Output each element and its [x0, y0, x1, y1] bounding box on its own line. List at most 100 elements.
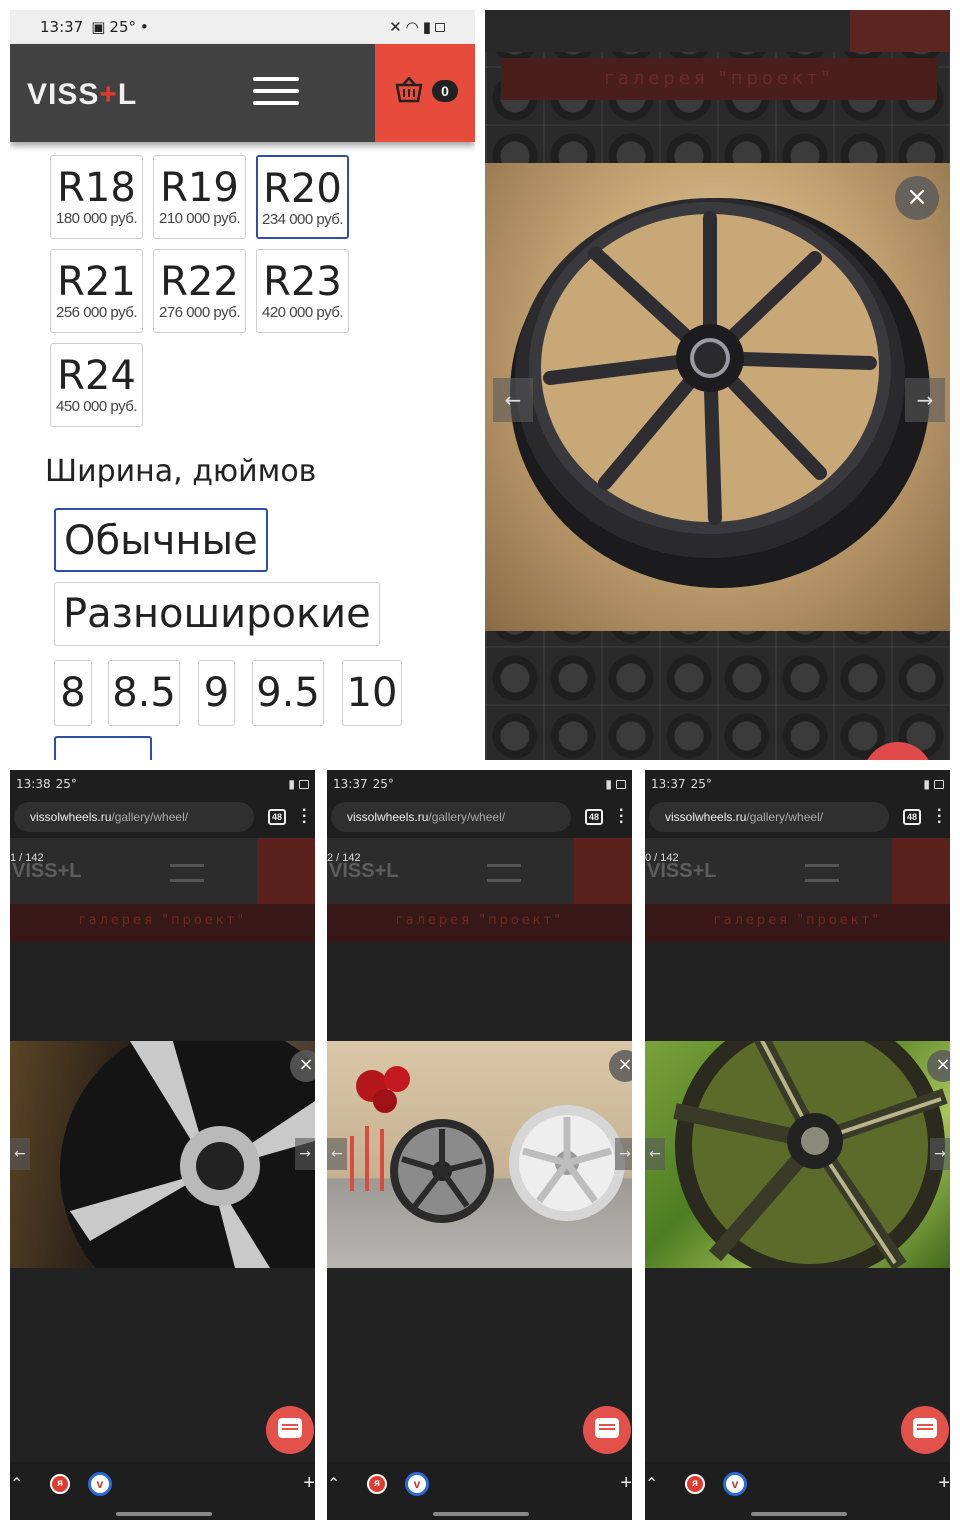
status-bar: 13:37 25° ▮	[327, 770, 632, 798]
wheel-image	[350, 1066, 625, 1223]
menu-icon	[487, 864, 521, 882]
chevron-up-icon[interactable]: ⌃	[645, 1474, 658, 1494]
cart-button[interactable]: 0	[375, 44, 475, 142]
gallery-notification-icon: ▣	[91, 18, 106, 36]
gallery-title-bar: галерея "проект"	[645, 904, 950, 942]
battery-icon	[299, 779, 309, 789]
browser-bottom-bar: ⌃ я v +	[10, 1462, 315, 1520]
tab-count[interactable]: 48	[903, 809, 921, 825]
chat-button[interactable]	[266, 1406, 314, 1454]
close-icon[interactable]: ×	[290, 1050, 315, 1082]
status-time: 13:38	[16, 777, 51, 791]
size-option-r18[interactable]: R18 180 000 руб.	[50, 155, 143, 239]
wheel-photo	[645, 1011, 950, 1281]
chat-button[interactable]	[863, 742, 933, 760]
gesture-handle	[433, 1512, 529, 1516]
width-option-partial[interactable]	[54, 736, 152, 760]
status-bar: 13:38 25° ▮	[10, 770, 315, 798]
status-icons: ▮	[288, 777, 309, 791]
next-arrow-icon[interactable]: →	[930, 1138, 950, 1170]
size-option-r22[interactable]: R22 276 000 руб.	[153, 249, 246, 333]
width-section-title: Ширина, дюймов	[45, 454, 317, 489]
close-icon[interactable]: ×	[895, 176, 939, 220]
dimmed-site-header: VISS+L	[327, 838, 632, 904]
menu-icon[interactable]	[253, 77, 299, 105]
width-option-9[interactable]: 9	[198, 660, 235, 726]
size-option-r19[interactable]: R19 210 000 руб.	[153, 155, 246, 239]
status-icons: ✕ ◠ ▮	[389, 18, 445, 36]
size-option-r23[interactable]: R23 420 000 руб.	[256, 249, 349, 333]
status-bar: 13:37 ▣ 25° • ✕ ◠ ▮	[10, 10, 475, 44]
tab-count[interactable]: 48	[585, 809, 603, 825]
diameter-options: R18 180 000 руб. R19 210 000 руб. R20 234 0…	[50, 155, 370, 427]
gallery-title-bar: галерея "проект"	[10, 904, 315, 942]
battery-icon	[435, 22, 445, 32]
width-option-9-5[interactable]: 9.5	[252, 660, 324, 726]
overflow-menu-icon[interactable]: · · ·	[619, 803, 624, 831]
battery-icon	[934, 779, 944, 789]
dimmed-header	[485, 10, 950, 52]
chat-button[interactable]	[901, 1406, 949, 1454]
gallery-counter: 0 / 142	[645, 852, 679, 864]
phone-screenshot-3: 13:37 25° ▮ vissolwheels.ru/gallery/whee…	[645, 770, 950, 1520]
width-option-8[interactable]: 8	[54, 660, 92, 726]
prev-arrow-icon[interactable]: ←	[10, 1138, 30, 1170]
tab-count[interactable]: 48	[268, 809, 286, 825]
status-bar: 13:37 25° ▮	[645, 770, 950, 798]
size-option-r20[interactable]: R20 234 000 руб.	[256, 155, 349, 239]
prev-arrow-icon[interactable]: ←	[645, 1138, 665, 1170]
width-option-8-5[interactable]: 8.5	[108, 660, 180, 726]
new-tab-icon[interactable]: +	[938, 1472, 950, 1495]
chevron-up-icon[interactable]: ⌃	[327, 1474, 340, 1494]
overflow-menu-icon[interactable]: · · ·	[302, 803, 307, 831]
signal-icon: ▮	[422, 18, 431, 36]
browser-url-bar: vissolwheels.ru/gallery/wheel/ 48 · · ·	[10, 798, 315, 838]
gallery-counter: 2 / 142	[327, 852, 361, 864]
gallery-counter: 1 / 142	[10, 852, 44, 864]
menu-icon	[170, 864, 204, 882]
vissol-tab-icon[interactable]: v	[88, 1472, 112, 1496]
next-arrow-icon[interactable]: →	[905, 378, 945, 422]
yandex-tab-icon[interactable]: я	[367, 1474, 387, 1494]
cart-button	[892, 838, 950, 904]
width-option-10[interactable]: 10	[342, 660, 402, 726]
url-field[interactable]: vissolwheels.ru/gallery/wheel/	[649, 802, 889, 832]
url-field[interactable]: vissolwheels.ru/gallery/wheel/	[14, 802, 254, 832]
chat-button[interactable]	[583, 1406, 631, 1454]
overflow-menu-icon[interactable]: · · ·	[937, 803, 942, 831]
logo[interactable]: VISS+L	[27, 78, 137, 112]
prev-arrow-icon[interactable]: ←	[327, 1138, 347, 1170]
status-temp: 25°	[690, 777, 712, 791]
basket-icon	[395, 77, 423, 103]
vissol-tab-icon[interactable]: v	[405, 1472, 429, 1496]
chat-icon	[595, 1418, 619, 1438]
vissol-tab-icon[interactable]: v	[723, 1472, 747, 1496]
width-type-regular[interactable]: Обычные	[54, 508, 268, 572]
status-icons: ▮	[923, 777, 944, 791]
signal-icon: ▮	[605, 777, 612, 791]
size-option-r21[interactable]: R21 256 000 руб.	[50, 249, 143, 333]
width-type-staggered[interactable]: Разноширокие	[54, 582, 380, 646]
prev-arrow-icon[interactable]: ←	[493, 378, 533, 422]
chat-icon	[278, 1418, 302, 1438]
wheel-image	[673, 1011, 948, 1281]
next-arrow-icon[interactable]: →	[615, 1138, 632, 1170]
url-field[interactable]: vissolwheels.ru/gallery/wheel/	[331, 802, 571, 832]
size-option-r24[interactable]: R24 450 000 руб.	[50, 343, 143, 427]
wheel-image	[510, 198, 930, 588]
status-temp: 25°	[109, 18, 137, 36]
new-tab-icon[interactable]: +	[303, 1472, 315, 1495]
next-arrow-icon[interactable]: →	[295, 1138, 315, 1170]
new-tab-icon[interactable]: +	[620, 1472, 632, 1495]
yandex-tab-icon[interactable]: я	[685, 1474, 705, 1494]
chevron-up-icon[interactable]: ⌃	[10, 1474, 23, 1494]
gesture-handle	[116, 1512, 212, 1516]
status-temp: 25°	[55, 777, 77, 791]
gallery-title: галерея "проект"	[604, 68, 834, 89]
phone-screenshot-1: 13:38 25° ▮ vissolwheels.ru/gallery/whee…	[10, 770, 315, 1520]
battery-icon	[616, 779, 626, 789]
gallery-lightbox-screenshot: галерея "проект" × ← →	[485, 10, 950, 760]
browser-url-bar: vissolwheels.ru/gallery/wheel/ 48 · · ·	[645, 798, 950, 838]
dimmed-site-header: VISS+L	[10, 838, 315, 904]
yandex-tab-icon[interactable]: я	[50, 1474, 70, 1494]
